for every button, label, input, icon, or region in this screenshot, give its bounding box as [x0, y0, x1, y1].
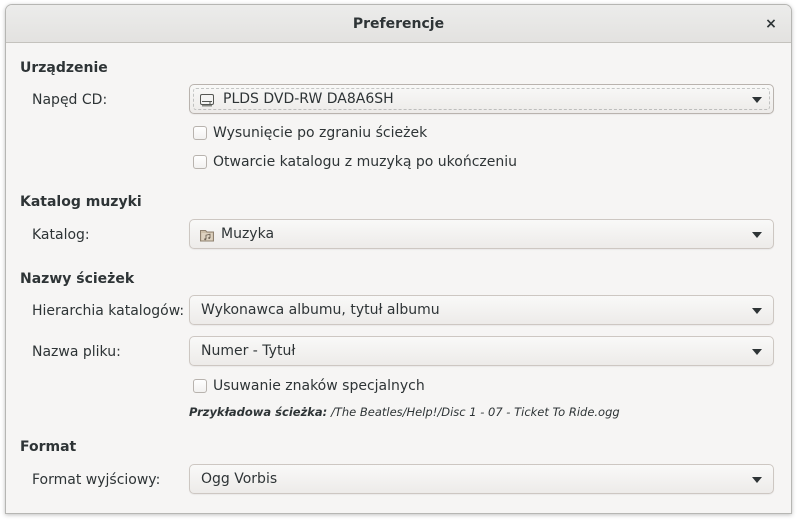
device-section-title: Urządzenie: [20, 60, 108, 76]
drive-combobox[interactable]: PLDS DVD-RW DA8A6SH: [189, 84, 774, 114]
chevron-down-icon: [752, 349, 762, 355]
drive-value: PLDS DVD-RW DA8A6SH: [223, 91, 394, 107]
titlebar: Preferencje ×: [6, 5, 791, 43]
open-folder-checkbox-label: Otwarcie katalogu z muzyką po ukończeniu: [213, 154, 518, 170]
folder-value: Muzyka: [221, 226, 275, 242]
close-button[interactable]: ×: [761, 14, 781, 34]
format-section-title: Format: [20, 439, 77, 455]
chevron-down-icon: [752, 232, 762, 238]
hierarchy-combobox[interactable]: Wykonawca albumu, tytuł albumu: [189, 295, 774, 325]
folder-chooser[interactable]: Muzyka: [189, 219, 774, 249]
example-path-value: /The Beatles/Help!/Disc 1 - 07 - Ticket …: [330, 405, 620, 419]
filename-label: Nazwa pliku:: [32, 344, 121, 360]
chevron-down-icon: [752, 97, 762, 103]
music-folder-icon: [200, 230, 214, 242]
strip-chars-checkbox-label: Usuwanie znaków specjalnych: [213, 378, 425, 394]
music-folder-section-title: Katalog muzyki: [20, 194, 142, 210]
hierarchy-label: Hierarchia katalogów:: [32, 303, 185, 319]
chevron-down-icon: [752, 308, 762, 314]
eject-checkbox[interactable]: [193, 126, 207, 140]
example-path: Przykładowa ścieżka: /The Beatles/Help!/…: [189, 405, 620, 419]
filename-combobox[interactable]: Numer - Tytuł: [189, 336, 774, 366]
folder-label: Katalog:: [32, 227, 90, 243]
track-names-section-title: Nazwy ścieżek: [20, 271, 135, 287]
drive-label: Napęd CD:: [32, 92, 108, 108]
output-format-label: Format wyjściowy:: [32, 472, 161, 488]
dialog-title: Preferencje: [352, 16, 445, 32]
filename-value: Numer - Tytuł: [201, 343, 296, 359]
output-format-combobox[interactable]: Ogg Vorbis: [189, 464, 774, 494]
output-format-value: Ogg Vorbis: [201, 471, 278, 487]
preferences-dialog: Preferencje × Urządzenie Napęd CD: PLDS …: [5, 4, 792, 514]
hierarchy-value: Wykonawca albumu, tytuł albumu: [201, 302, 440, 318]
strip-chars-checkbox[interactable]: [193, 379, 207, 393]
example-path-prefix: Przykładowa ścieżka:: [189, 405, 328, 419]
eject-checkbox-label: Wysunięcie po zgraniu ścieżek: [213, 125, 428, 141]
close-icon: ×: [765, 16, 777, 32]
optical-drive-icon: [200, 94, 214, 107]
open-folder-checkbox[interactable]: [193, 155, 207, 169]
chevron-down-icon: [752, 477, 762, 483]
